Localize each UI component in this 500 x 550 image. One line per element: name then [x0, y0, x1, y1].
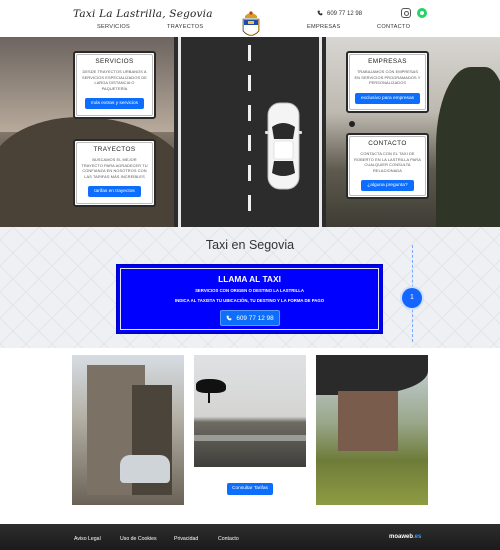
whatsapp-icon[interactable]: [417, 8, 427, 18]
card-trayectos: TRAYECTOS BUSCAMOS EL MEJOR TRAYECTO PAR…: [73, 139, 156, 207]
card-contacto-text: CONTACTA CON EL TAXI DE ROBERTO EN LA LA…: [354, 151, 421, 173]
card-contacto-title: CONTACTO: [368, 140, 407, 147]
call-phone-button[interactable]: 609 77 12 98: [220, 310, 280, 326]
card-trayectos-text: BUSCAMOS EL MEJOR TRAYECTO PARA AGRADECE…: [81, 157, 148, 179]
step-badge: 1: [402, 288, 422, 308]
call-phone-number: 609 77 12 98: [236, 315, 274, 322]
nav-contacto[interactable]: CONTACTO: [377, 24, 410, 30]
nav-empresas[interactable]: EMPRESAS: [307, 24, 341, 30]
gallery-photo-bull[interactable]: [194, 355, 306, 467]
footer-link-contacto[interactable]: Contacto: [218, 536, 239, 542]
call-box: LLAMA AL TAXI SERVICIOS CON ORIGEN O DES…: [116, 264, 383, 334]
card-servicios-title: SERVICIOS: [95, 58, 134, 65]
card-empresas-text: TRABAJAMOS CON EMPRESAS EN SERVICIOS PRO…: [354, 69, 421, 86]
site-brand[interactable]: Taxi La Lastrilla, Segovia: [73, 8, 213, 20]
header-phone-number: 609 77 12 98: [327, 11, 363, 17]
call-title: LLAMA AL TAXI: [218, 274, 281, 284]
call-line-1: SERVICIOS CON ORIGEN O DESTINO LA LASTRI…: [195, 288, 304, 293]
site-header: Taxi La Lastrilla, Segovia SERVICIOS TRA…: [0, 0, 500, 37]
gallery-photo-house[interactable]: [316, 355, 428, 505]
phone-icon: [226, 315, 232, 321]
header-phone[interactable]: 609 77 12 98: [317, 10, 362, 17]
section-title: Taxi en Segovia: [205, 238, 295, 252]
card-contacto: CONTACTO CONTACTA CON EL TAXI DE ROBERTO…: [346, 133, 429, 199]
footer-brand-logo[interactable]: moaweb.es: [389, 534, 421, 540]
footer-link-cookies[interactable]: Uso de Cookies: [120, 536, 157, 542]
footer-link-privacidad[interactable]: Privacidad: [174, 536, 198, 542]
card-servicios-text: DESDE TRAYECTOS URBANOS A SERVICIOS ESPE…: [82, 69, 147, 91]
footer-link-aviso-legal[interactable]: Aviso Legal: [74, 536, 101, 542]
trayectos-button[interactable]: tarifas en trayectos: [88, 186, 141, 198]
empresas-button[interactable]: exclusivo para empresas: [354, 92, 421, 104]
hero-road: [174, 37, 326, 227]
location-pin-icon: [349, 121, 355, 127]
instagram-icon[interactable]: [401, 8, 411, 18]
consultar-tarifas-button[interactable]: Consultar Tarifas: [227, 483, 273, 495]
nav-trayectos[interactable]: TRAYECTOS: [167, 24, 203, 30]
nav-servicios[interactable]: SERVICIOS: [97, 24, 130, 30]
card-servicios: SERVICIOS DESDE TRAYECTOS URBANOS A SERV…: [73, 51, 156, 119]
taxi-car-image: [265, 102, 302, 190]
contacto-button[interactable]: ¿alguna pregunta?: [361, 180, 414, 192]
gallery-photo-tower[interactable]: [72, 355, 184, 505]
phone-icon: [317, 10, 323, 16]
card-empresas-title: EMPRESAS: [368, 58, 407, 65]
card-trayectos-title: TRAYECTOS: [93, 146, 136, 153]
card-empresas: EMPRESAS TRABAJAMOS CON EMPRESAS EN SERV…: [346, 51, 429, 113]
call-line-2: INDICA AL TAXISTA TU UBICACIÓN, TU DESTI…: [174, 298, 325, 303]
site-footer: Aviso Legal Uso de Cookies Privacidad Co…: [0, 524, 500, 550]
servicios-button[interactable]: más extras y servicios: [84, 98, 145, 110]
